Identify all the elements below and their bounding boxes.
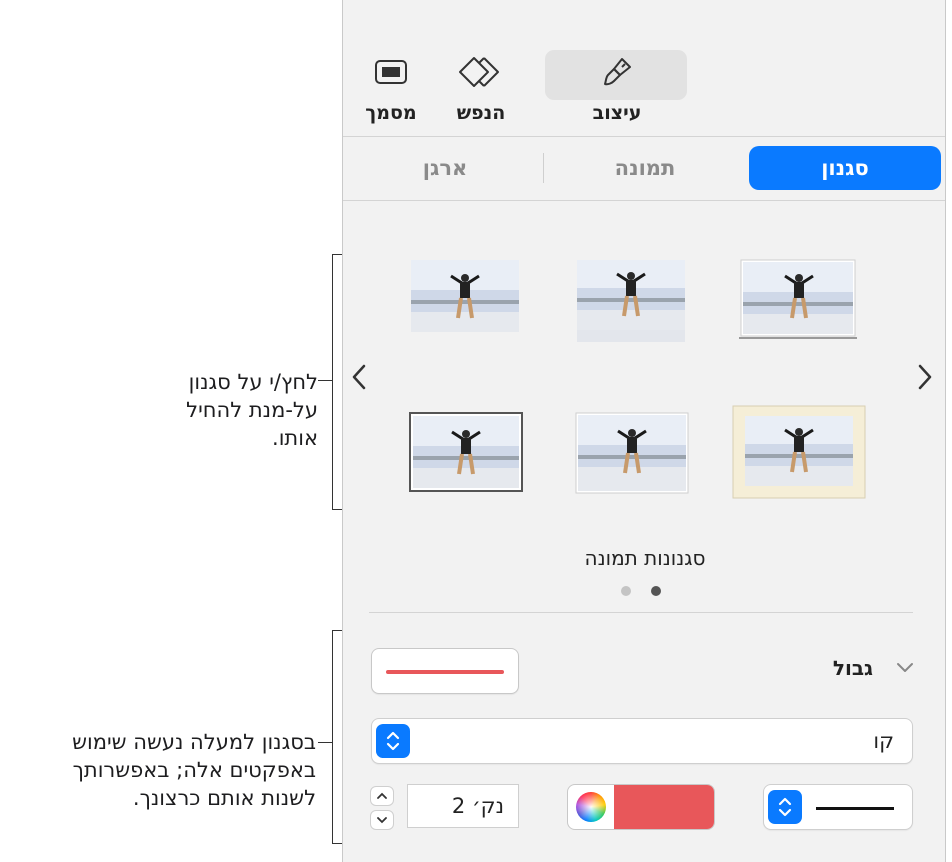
stroke-color-swatch[interactable] xyxy=(614,785,714,829)
stroke-color-well[interactable] xyxy=(567,784,715,830)
animate-button[interactable]: הנפש xyxy=(441,48,521,144)
callout-bracket-bottom xyxy=(332,630,333,844)
border-type-popup[interactable]: קו xyxy=(371,718,913,764)
updown-chevron-icon xyxy=(768,790,802,824)
format-button-label: עיצוב xyxy=(592,102,642,124)
page-dot[interactable] xyxy=(621,586,631,596)
callout-bracket-top xyxy=(332,254,333,510)
chevron-up-icon[interactable] xyxy=(370,786,394,806)
document-button[interactable]: מסמך xyxy=(351,48,431,144)
stroke-style-popup[interactable] xyxy=(763,784,913,830)
image-style-thumbnail[interactable] xyxy=(409,412,523,496)
border-type-value: קו xyxy=(873,729,894,753)
chevron-down-icon[interactable] xyxy=(370,810,394,830)
tab-arrange[interactable]: ארגן xyxy=(349,146,541,190)
callout-bracket-top-cap2 xyxy=(332,509,342,510)
animate-button-label: הנפש xyxy=(456,102,506,124)
callout-effects: בסגנון למעלה נעשה שימוש באפקטים אלה; באפ… xyxy=(72,730,316,810)
border-section-title[interactable]: גבול xyxy=(833,656,873,680)
image-style-thumbnail[interactable] xyxy=(575,412,689,498)
stroke-size-field[interactable]: 2 נק׳ xyxy=(407,784,519,828)
chevron-left-icon[interactable] xyxy=(347,360,371,394)
tab-separator xyxy=(543,153,544,183)
format-button[interactable]: עיצוב xyxy=(577,48,657,144)
stroke-style-sample xyxy=(816,807,894,810)
callout-leader-top xyxy=(318,380,332,381)
format-inspector-panel: עיצוב הנפש מסמך סגנון תמונה ארגן סגנונות… xyxy=(342,0,946,862)
updown-chevron-icon xyxy=(376,724,410,758)
color-wheel-icon[interactable] xyxy=(576,792,606,822)
image-styles-title: סגנונות תמונה xyxy=(584,546,706,570)
image-style-thumbnail[interactable] xyxy=(575,258,687,348)
chevron-right-icon[interactable] xyxy=(913,360,937,394)
tab-style[interactable]: סגנון xyxy=(749,146,941,190)
chevron-down-icon[interactable] xyxy=(895,660,915,679)
document-icon xyxy=(374,48,408,96)
line-style-preview-button[interactable] xyxy=(371,648,519,694)
line-style-preview-stroke xyxy=(386,670,504,674)
toolbar-divider xyxy=(343,136,945,137)
stroke-size-stepper[interactable] xyxy=(369,786,395,830)
callout-leader-bottom xyxy=(318,742,332,743)
document-button-label: מסמך xyxy=(365,102,417,124)
callout-bracket-bottom-cap2 xyxy=(332,843,342,844)
callout-style-click: לחץ/י על סגנון על-מנת להחיל אותו. xyxy=(186,370,318,450)
callout-bracket-top-cap1 xyxy=(332,254,342,255)
styles-divider xyxy=(369,612,913,613)
diamond-icon xyxy=(458,48,504,96)
image-style-thumbnail[interactable] xyxy=(409,258,521,338)
tabs-divider xyxy=(343,200,945,201)
callout-bracket-bottom-cap1 xyxy=(332,630,342,631)
image-style-thumbnail[interactable] xyxy=(731,404,867,504)
tab-image[interactable]: תמונה xyxy=(549,146,741,190)
inspector-tabs: סגנון תמונה ארגן xyxy=(343,144,947,194)
image-style-thumbnail[interactable] xyxy=(739,258,857,344)
page-dot-active[interactable] xyxy=(651,586,661,596)
paintbrush-icon xyxy=(600,48,634,96)
